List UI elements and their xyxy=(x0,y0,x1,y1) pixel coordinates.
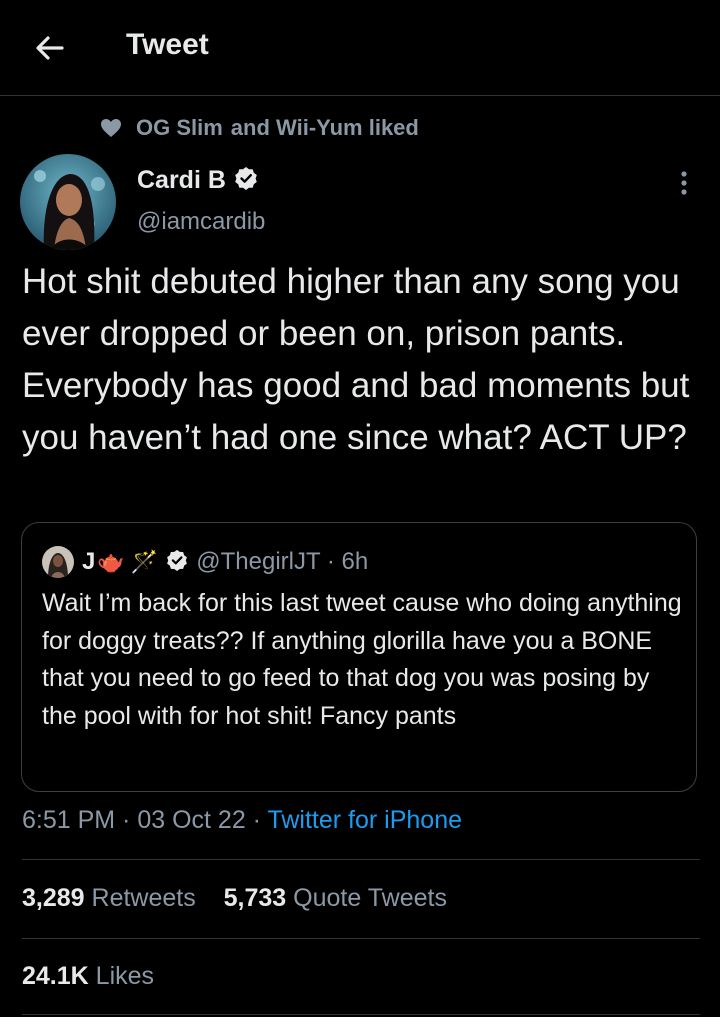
author-handle[interactable]: @iamcardib xyxy=(137,208,265,236)
back-arrow-icon[interactable] xyxy=(32,30,68,66)
quote-tweets-label: Quote Tweets xyxy=(293,884,447,912)
liked-by-rest: and Wii-Yum liked xyxy=(230,115,419,140)
likes-stat[interactable]: 24.1K Likes xyxy=(22,962,154,991)
liked-by-name: OG Slim xyxy=(136,115,223,140)
author-name: Cardi B xyxy=(137,166,226,194)
quoted-tweet-text: Wait I’m back for this last tweet cause … xyxy=(42,589,682,730)
page-title: Tweet xyxy=(126,28,209,61)
engagement-row: 3,289 Retweets 5,733 Quote Tweets xyxy=(22,884,447,913)
quote-tweets-count: 5,733 xyxy=(223,884,287,912)
heart-icon xyxy=(101,119,121,137)
verified-badge-icon xyxy=(234,166,258,195)
quote-tweets-stat[interactable]: 5,733 Quote Tweets xyxy=(224,884,447,912)
quoted-tweet[interactable]: J 🫖 🪄 @ThegirlJT · 6h Wait I’m back for … xyxy=(21,522,697,792)
quoted-tweet-header: J 🫖 🪄 @ThegirlJT · 6h xyxy=(42,545,368,579)
divider xyxy=(22,938,700,939)
quoted-author-handle-time: @ThegirlJT · 6h xyxy=(196,548,369,575)
likes-label: Likes xyxy=(95,962,155,990)
author-name-row[interactable]: Cardi B xyxy=(137,166,258,195)
quoted-author-avatar xyxy=(42,546,74,578)
tweet-meta: 6:51 PM · 03 Oct 22 · Twitter for iPhone xyxy=(22,806,462,835)
tweet-source-link[interactable]: Twitter for iPhone xyxy=(267,806,462,834)
retweets-stat[interactable]: 3,289 Retweets xyxy=(22,884,196,912)
social-context[interactable]: OG Slim and Wii-Yum liked xyxy=(100,114,419,142)
divider xyxy=(22,1014,700,1015)
quoted-author-emoji: 🫖 🪄 xyxy=(97,549,159,574)
divider xyxy=(22,859,700,860)
author-avatar[interactable] xyxy=(20,154,116,250)
top-bar: Tweet xyxy=(0,0,720,96)
likes-count: 24.1K xyxy=(22,962,89,990)
quoted-author-name: J xyxy=(82,548,96,575)
retweets-count: 3,289 xyxy=(22,884,85,912)
quoted-verified-badge-icon xyxy=(166,549,188,576)
more-options-icon[interactable] xyxy=(670,168,698,202)
retweets-label: Retweets xyxy=(91,884,196,912)
tweet-timestamp: 6:51 PM · 03 Oct 22 · xyxy=(22,806,268,834)
tweet-text: Hot shit debuted higher than any song yo… xyxy=(22,262,690,457)
